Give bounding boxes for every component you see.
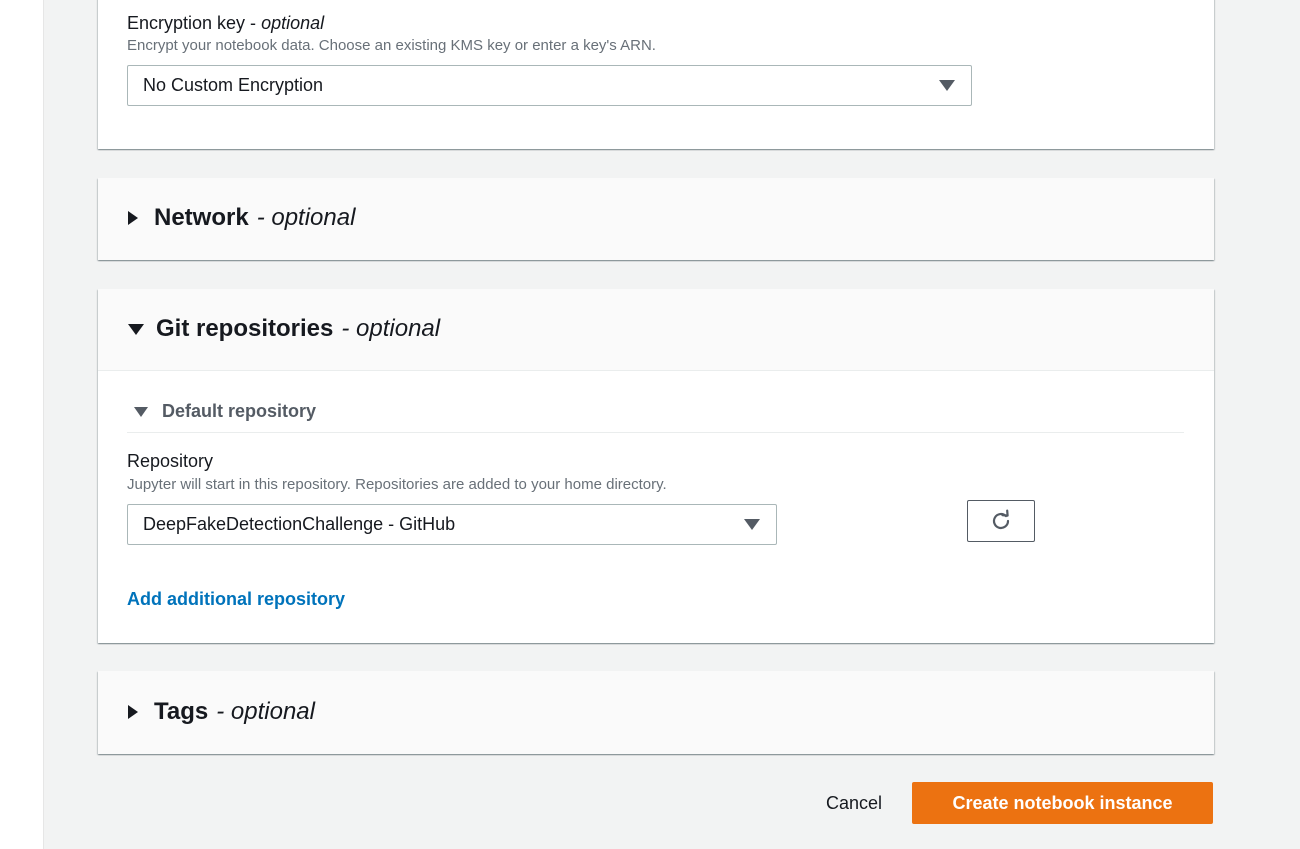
caret-down-icon [744,519,760,530]
divider [127,432,1184,433]
default-repository-toggle[interactable]: Default repository [134,401,316,422]
encryption-key-optional: optional [261,13,325,33]
add-additional-repository-link[interactable]: Add additional repository [127,589,345,610]
refresh-icon [992,509,1010,530]
repository-select[interactable]: DeepFakeDetectionChallenge - GitHub [127,504,777,545]
encryption-key-label-text: Encryption key - [127,13,262,33]
default-repository-title: Default repository [162,401,317,421]
network-optional: - optional [256,204,356,231]
caret-down-icon [128,323,144,335]
network-section-header[interactable]: Network - optional [128,204,355,232]
network-panel: Network - optional [98,178,1214,260]
create-notebook-instance-button[interactable]: Create notebook instance [912,782,1213,824]
git-title: Git repositories [156,315,334,342]
caret-right-icon [128,705,138,719]
tags-optional: - optional [216,698,315,725]
encryption-key-select[interactable]: No Custom Encryption [127,65,972,106]
repository-selected-value: DeepFakeDetectionChallenge - GitHub [143,514,456,534]
tags-panel: Tags - optional [98,671,1214,754]
encryption-key-selected-value: No Custom Encryption [143,75,324,95]
cancel-button[interactable]: Cancel [812,782,896,824]
git-section-header[interactable]: Git repositories - optional [128,315,440,343]
repository-description: Jupyter will start in this repository. R… [127,476,667,493]
git-optional: - optional [341,315,441,342]
caret-down-icon [939,80,955,91]
refresh-button[interactable] [967,500,1035,542]
encryption-key-label: Encryption key - optional [127,13,324,34]
caret-right-icon [128,211,138,225]
tags-title: Tags [154,698,209,725]
git-repositories-panel: Git repositories - optional Default repo… [98,289,1214,643]
tags-section-header[interactable]: Tags - optional [128,698,315,726]
encryption-key-description: Encrypt your notebook data. Choose an ex… [127,37,656,54]
encryption-panel: Encryption key - optional Encrypt your n… [98,0,1214,149]
repository-label: Repository [127,451,214,471]
caret-down-icon [134,406,148,417]
network-title: Network [154,204,249,231]
